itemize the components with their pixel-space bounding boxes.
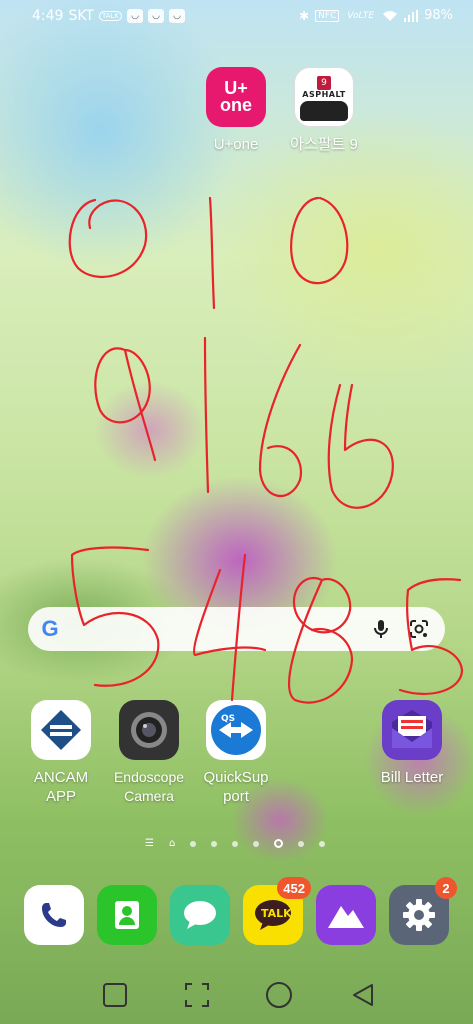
home-button[interactable]	[264, 980, 294, 1010]
app-label: ANCAM APP	[33, 769, 89, 805]
triangle-back-icon	[353, 984, 373, 1006]
battery-percentage: 98%	[424, 8, 453, 23]
gear-icon	[403, 899, 435, 931]
clock: 4:49	[32, 8, 64, 24]
app-label: QuickSup port	[203, 769, 269, 805]
recent-apps-button[interactable]	[100, 980, 130, 1010]
app-label: U+one	[213, 136, 259, 153]
microphone-icon[interactable]	[369, 617, 393, 641]
page-dot-current[interactable]	[274, 839, 284, 848]
notification-badge: 452	[277, 877, 311, 899]
page-dot[interactable]	[253, 840, 260, 847]
circle-icon	[266, 982, 292, 1008]
message-bubble-icon	[184, 901, 216, 929]
status-bar-right: ✱ NFC VoLTE 98%	[299, 8, 453, 23]
status-bar: 4:49 SKT TALK ◡ ◡ ◡ ✱ NFC VoLTE 98%	[0, 0, 473, 34]
screenshot-button[interactable]	[182, 980, 212, 1010]
volte-icon: VoLTE	[347, 10, 375, 21]
contacts-person-icon	[115, 901, 139, 929]
page-dot[interactable]	[232, 840, 239, 847]
phone-app[interactable]	[24, 885, 84, 945]
uplus-one-icon: U+ one	[206, 67, 266, 127]
wifi-icon	[383, 10, 398, 21]
notification-app-icon: ◡	[127, 9, 144, 23]
ancam-icon	[31, 700, 91, 760]
kakaotalk-notification-icon: TALK	[99, 11, 123, 21]
app-asphalt-9[interactable]: 9 ASPHALT 아스팔트 9	[274, 67, 374, 154]
page-dot[interactable]	[190, 840, 197, 847]
page-dot[interactable]	[298, 840, 305, 847]
gallery-app[interactable]	[316, 885, 376, 945]
mountain-icon	[328, 906, 364, 928]
dock: TALK 452 2	[0, 877, 473, 945]
signal-icon	[404, 9, 419, 22]
notification-badge: 2	[435, 877, 457, 899]
back-button[interactable]	[348, 980, 378, 1010]
status-bar-left: 4:49 SKT TALK ◡ ◡ ◡	[32, 8, 186, 24]
app-quicksupport[interactable]: QS QuickSup port	[186, 700, 286, 806]
capture-frame-icon	[185, 983, 209, 1007]
app-label: Bill Letter	[380, 769, 444, 786]
bill-letter-envelope-icon	[382, 700, 442, 760]
asphalt-9-icon: 9 ASPHALT	[294, 67, 354, 127]
page-indicator: ☰ ⌂	[145, 838, 326, 849]
contacts-app[interactable]	[97, 885, 157, 945]
svg-text:QS: QS	[221, 714, 235, 724]
svg-text:TALK: TALK	[261, 907, 292, 920]
navigation-bar	[0, 975, 473, 1015]
page-dot[interactable]	[319, 840, 326, 847]
notification-app-icon: ◡	[169, 9, 186, 23]
notification-app-icon: ◡	[148, 9, 165, 23]
app-uplus-one[interactable]: U+ one U+one	[186, 67, 286, 154]
quicksupport-icon: QS	[206, 700, 266, 760]
phone-icon	[42, 903, 66, 927]
app-endoscope-camera[interactable]: Endoscope Camera	[99, 700, 199, 806]
carrier-label: SKT	[68, 8, 94, 24]
app-bill-letter[interactable]: Bill Letter	[362, 700, 462, 787]
messages-app[interactable]	[170, 885, 230, 945]
google-search-bar[interactable]: G	[28, 607, 445, 651]
nfc-icon: NFC	[315, 9, 340, 22]
google-lens-icon[interactable]	[407, 617, 431, 641]
app-label: Endoscope Camera	[113, 769, 185, 804]
camera-lens-icon	[119, 700, 179, 760]
kakaotalk-app[interactable]: TALK 452	[243, 877, 311, 945]
menu-lines-icon: ☰	[145, 838, 154, 849]
google-g-icon: G	[41, 616, 59, 641]
square-icon	[103, 983, 127, 1007]
app-ancam[interactable]: ANCAM APP	[11, 700, 111, 806]
app-label: 아스팔트 9	[290, 136, 358, 153]
kakaotalk-bubble-icon: TALK	[255, 900, 292, 930]
page-dot[interactable]	[211, 840, 218, 847]
home-page-icon: ⌂	[168, 838, 176, 849]
settings-app[interactable]: 2	[389, 877, 457, 945]
bluetooth-icon: ✱	[299, 8, 310, 23]
